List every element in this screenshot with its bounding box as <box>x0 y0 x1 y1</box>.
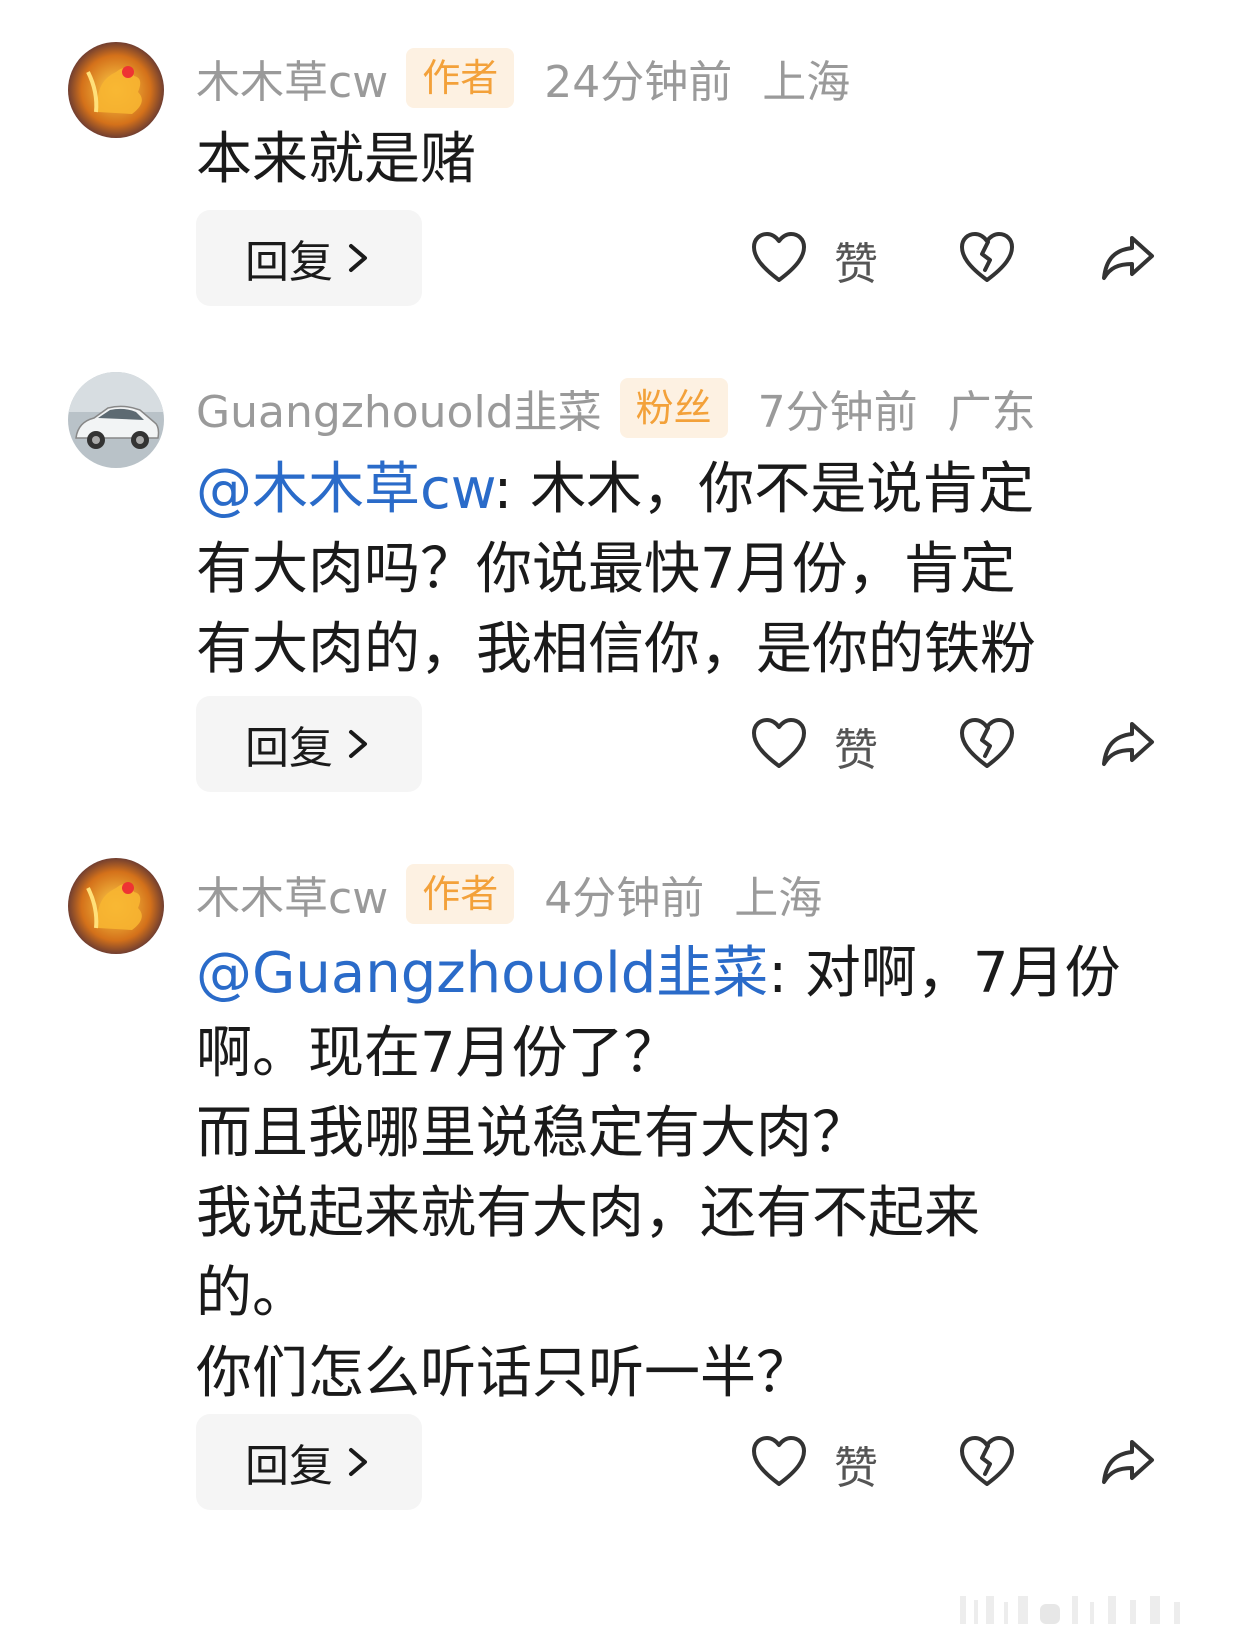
username[interactable]: 木木草cw <box>196 46 388 110</box>
comment-actions: 回复 赞 <box>0 696 1240 792</box>
author-badge: 作者 <box>406 864 515 924</box>
comment-text: 本来就是赌 <box>196 120 1196 200</box>
fan-badge: 粉丝 <box>619 378 728 438</box>
heart-outline-icon[interactable] <box>750 1434 808 1490</box>
chevron-right-icon <box>349 730 367 758</box>
broken-heart-icon[interactable] <box>958 716 1016 772</box>
comment-actions: 回复 赞 <box>0 1414 1240 1510</box>
comment-text: @Guangzhouold韭菜: 对啊，7月份 啊。现在7月份了？ 而且我哪里说… <box>196 934 1196 1414</box>
avatar[interactable] <box>68 42 164 138</box>
location: 上海 <box>734 873 823 924</box>
share-arrow-icon[interactable] <box>1098 716 1158 772</box>
mention-link[interactable]: @Guangzhouold韭菜 <box>196 941 768 1006</box>
share-arrow-icon[interactable] <box>1098 1434 1158 1490</box>
author-badge: 作者 <box>406 48 515 108</box>
comment-meta: 木木草cw 作者 24分钟前 上海 <box>196 48 850 108</box>
avatar[interactable] <box>68 372 164 468</box>
chevron-right-icon <box>349 244 367 272</box>
comment-line: @木木草cw: 木木，你不是说肯定 <box>196 450 1196 530</box>
broken-heart-icon[interactable] <box>958 1434 1016 1490</box>
username[interactable]: 木木草cw <box>196 862 388 926</box>
comment-line-text: : 对啊，7月份 <box>768 941 1121 1006</box>
comment-item: 木木草cw 作者 24分钟前 上海 本来就是赌 回复 赞 <box>0 42 1240 312</box>
comment-line: 有大肉吗？你说最快7月份，肯定 <box>196 537 1016 602</box>
reply-label: 回复 <box>245 237 333 288</box>
heart-outline-icon[interactable] <box>750 230 808 286</box>
timestamp: 4分钟前 <box>544 873 705 924</box>
comment-text: @木木草cw: 木木，你不是说肯定 有大肉吗？你说最快7月份，肯定 有大肉的，我… <box>196 450 1196 690</box>
comment-meta: Guangzhouold韭菜 粉丝 7分钟前 广东 <box>196 378 1036 438</box>
mention-link[interactable]: @木木草cw <box>196 457 494 522</box>
location: 上海 <box>762 57 851 108</box>
reply-button[interactable]: 回复 <box>196 696 422 792</box>
reply-button[interactable]: 回复 <box>196 1414 422 1510</box>
comment-line: 本来就是赌 <box>196 127 476 192</box>
heart-outline-icon[interactable] <box>750 716 808 772</box>
location: 广东 <box>947 387 1036 438</box>
chevron-right-icon <box>349 1448 367 1476</box>
rooster-avatar-icon <box>68 42 164 138</box>
timestamp: 7分钟前 <box>757 387 918 438</box>
broken-heart-icon[interactable] <box>958 230 1016 286</box>
comment-item: Guangzhouold韭菜 粉丝 7分钟前 广东 @木木草cw: 木木，你不是… <box>0 372 1240 802</box>
like-label[interactable]: 赞 <box>834 1432 878 1496</box>
reply-button[interactable]: 回复 <box>196 210 422 306</box>
comment-item: 木木草cw 作者 4分钟前 上海 @Guangzhouold韭菜: 对啊，7月份… <box>0 858 1240 1558</box>
comment-meta: 木木草cw 作者 4分钟前 上海 <box>196 864 822 924</box>
comment-line: 啊。现在7月份了？ <box>196 1021 680 1086</box>
username[interactable]: Guangzhouold韭菜 <box>196 376 602 440</box>
reply-label: 回复 <box>245 1441 333 1492</box>
reply-label: 回复 <box>245 723 333 774</box>
share-arrow-icon[interactable] <box>1098 230 1158 286</box>
watermark-icon <box>960 1596 1180 1624</box>
like-label[interactable]: 赞 <box>834 228 878 292</box>
comment-line: 你们怎么听话只听一半？ <box>196 1341 812 1406</box>
comment-line: 而且我哪里说稳定有大肉？ <box>196 1101 868 1166</box>
avatar[interactable] <box>68 858 164 954</box>
comment-line-text: : 木木，你不是说肯定 <box>493 457 1035 522</box>
comment-line: 我说起来就有大肉，还有不起来 <box>196 1181 980 1246</box>
comment-line: @Guangzhouold韭菜: 对啊，7月份 <box>196 934 1196 1014</box>
like-label[interactable]: 赞 <box>834 714 878 778</box>
comment-actions: 回复 赞 <box>0 210 1240 306</box>
car-avatar-icon <box>68 372 164 468</box>
timestamp: 24分钟前 <box>544 57 733 108</box>
comment-line: 有大肉的，我相信你，是你的铁粉 <box>196 617 1036 682</box>
comment-line: 的。 <box>196 1261 308 1326</box>
rooster-avatar-icon <box>68 858 164 954</box>
